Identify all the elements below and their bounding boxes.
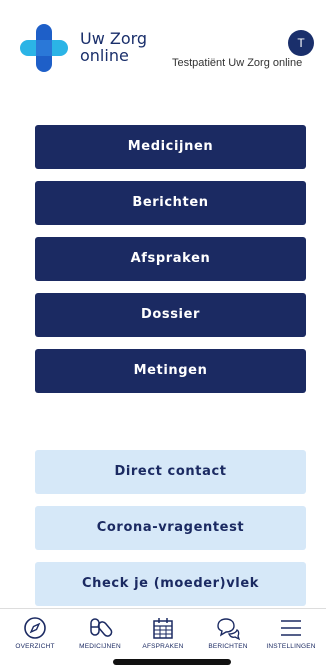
avatar[interactable]: T bbox=[288, 30, 314, 56]
afspraken-button[interactable]: Afspraken bbox=[35, 237, 306, 281]
nav-label-instellingen: INSTELLINGEN bbox=[266, 643, 316, 650]
nav-afspraken[interactable]: AFSPRAKEN bbox=[130, 615, 196, 659]
nav-label-berichten: BERICHTEN bbox=[208, 643, 248, 650]
calendar-icon bbox=[153, 618, 173, 639]
dossier-button[interactable]: Dossier bbox=[35, 293, 306, 337]
brand-line2: online bbox=[80, 46, 129, 65]
brand-name: Uw Zorg online bbox=[80, 30, 147, 64]
nav-label-overzicht: OVERZICHT bbox=[15, 643, 55, 650]
main-menu: Medicijnen Berichten Afspraken Dossier M… bbox=[35, 125, 306, 405]
app-header: Uw Zorg online T Testpatiënt Uw Zorg onl… bbox=[0, 0, 326, 78]
mole-check-button[interactable]: Check je (moeder)vlek bbox=[35, 562, 306, 606]
nav-berichten[interactable]: BERICHTEN bbox=[195, 615, 261, 659]
nav-medicijnen[interactable]: MEDICIJNEN bbox=[67, 615, 133, 659]
pills-icon bbox=[90, 618, 113, 637]
compass-icon bbox=[24, 617, 46, 639]
berichten-button[interactable]: Berichten bbox=[35, 181, 306, 225]
metingen-button[interactable]: Metingen bbox=[35, 349, 306, 393]
user-name: Testpatiënt Uw Zorg online bbox=[172, 57, 303, 69]
nav-label-medicijnen: MEDICIJNEN bbox=[79, 643, 121, 650]
direct-contact-button[interactable]: Direct contact bbox=[35, 450, 306, 494]
brand-line1: Uw Zorg bbox=[80, 29, 148, 48]
bottom-nav: OVERZICHT MEDICIJNEN AFSPRAKEN BERICHTEN bbox=[0, 608, 326, 666]
logo-icon bbox=[20, 24, 68, 72]
medicijnen-button[interactable]: Medicijnen bbox=[35, 125, 306, 169]
corona-test-button[interactable]: Corona-vragentest bbox=[35, 506, 306, 550]
nav-label-afspraken: AFSPRAKEN bbox=[142, 643, 184, 650]
nav-overzicht[interactable]: OVERZICHT bbox=[2, 615, 68, 659]
nav-instellingen[interactable]: INSTELLINGEN bbox=[258, 615, 324, 659]
secondary-menu: Direct contact Corona-vragentest Check j… bbox=[35, 450, 306, 618]
home-indicator[interactable] bbox=[113, 659, 231, 665]
menu-icon bbox=[281, 620, 301, 636]
chat-icon bbox=[217, 618, 241, 641]
